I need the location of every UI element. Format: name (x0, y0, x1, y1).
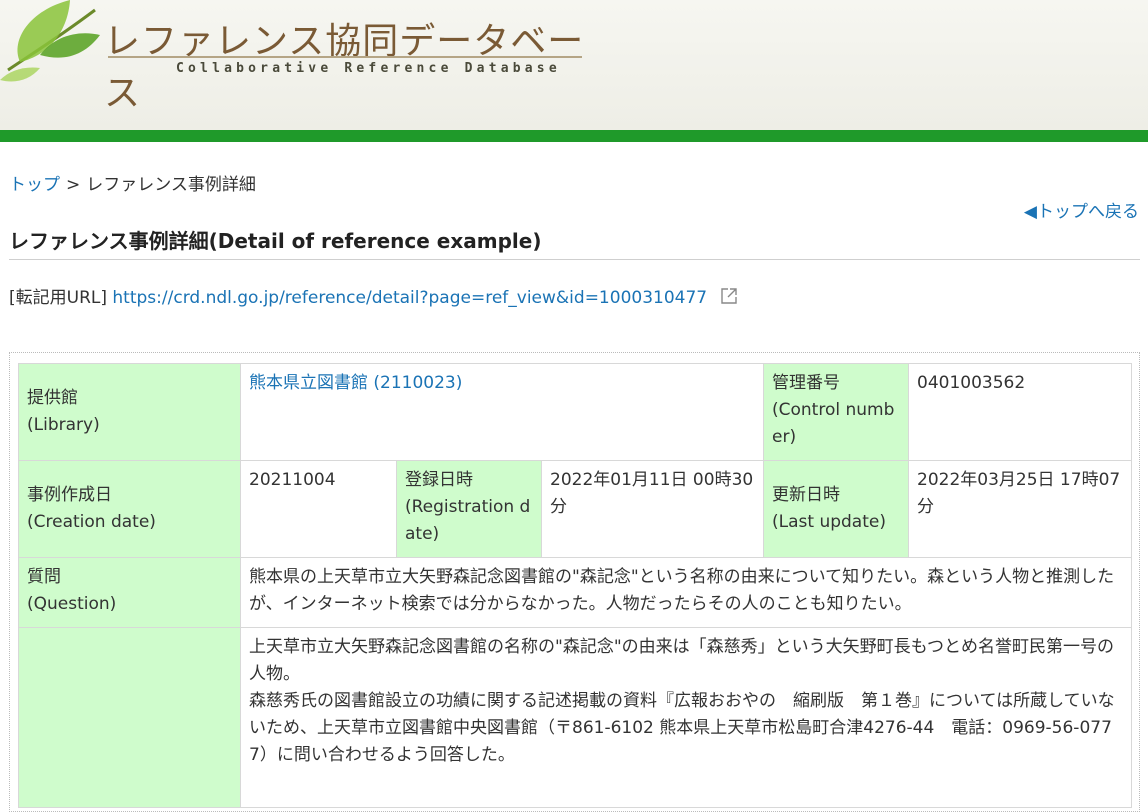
library-label-en: (Library) (27, 415, 100, 435)
control-number-label: 管理番号 (772, 373, 840, 393)
site-logo[interactable]: レファレンス協同データベース Collaborative Reference D… (0, 0, 600, 114)
permalink-url[interactable]: https://crd.ndl.go.jp/reference/detail?p… (112, 288, 707, 308)
breadcrumb-top-link[interactable]: トップ (9, 175, 60, 195)
control-number-label-cell: 管理番号 (Control number) (763, 363, 909, 461)
library-value-cell: 熊本県立図書館 (2110023) (240, 363, 764, 461)
last-update-label: 更新日時 (772, 485, 840, 505)
library-link[interactable]: 熊本県立図書館 (2110023) (249, 373, 462, 393)
creation-date-label: 事例作成日 (27, 485, 112, 505)
control-number-value: 0401003562 (908, 363, 1132, 461)
leaf-logo-icon (0, 0, 100, 82)
answer-text-line1: 上天草市立大矢野森記念図書館の名称の"森記念"の由来は「森慈秀」という大矢野町長… (249, 637, 1114, 684)
control-number-label-en: (Control number) (772, 400, 895, 447)
answer-label-cell (18, 627, 241, 808)
answer-text-line2: 森慈秀氏の図書館設立の功績に関する記述掲載の資料『広報おおやの 縮刷版 第１巻』… (249, 691, 1115, 765)
reference-detail-box: 提供館 (Library) 熊本県立図書館 (2110023) 管理番号 (Co… (9, 352, 1140, 812)
registration-date-value: 2022年01月11日 00時30分 (541, 460, 764, 558)
header-green-bar (0, 130, 1148, 142)
last-update-label-en: (Last update) (772, 512, 886, 532)
table-row: 上天草市立大矢野森記念図書館の名称の"森記念"の由来は「森慈秀」という大矢野町長… (18, 627, 1132, 808)
answer-value-cell: 上天草市立大矢野森記念図書館の名称の"森記念"の由来は「森慈秀」という大矢野町長… (240, 627, 1132, 808)
question-value: 熊本県の上天草市立大矢野森記念図書館の"森記念"という名称の由来について知りたい… (240, 557, 1132, 628)
registration-date-label-cell: 登録日時 (Registration date) (396, 460, 542, 558)
question-label-cell: 質問 (Question) (18, 557, 241, 628)
question-label: 質問 (27, 567, 61, 587)
logo-divider (108, 56, 582, 58)
permalink-row: [転記用URL] https://crd.ndl.go.jp/reference… (9, 283, 739, 311)
breadcrumb-separator: > (66, 175, 81, 195)
last-update-value: 2022年03月25日 17時07分 (908, 460, 1132, 558)
registration-date-label-en: (Registration date) (405, 497, 531, 544)
page-title: レファレンス事例詳細(Detail of reference example) (9, 229, 542, 253)
title-divider (9, 259, 1140, 260)
library-label: 提供館 (27, 388, 78, 408)
site-header: レファレンス協同データベース Collaborative Reference D… (0, 0, 1148, 130)
table-row: 事例作成日 (Creation date) 20211004 登録日時 (Reg… (18, 460, 1132, 558)
creation-date-label-en: (Creation date) (27, 512, 156, 532)
permalink-label: [転記用URL] (9, 288, 107, 308)
breadcrumb-current: レファレンス事例詳細 (86, 175, 256, 195)
creation-date-value: 20211004 (240, 460, 397, 558)
library-label-cell: 提供館 (Library) (18, 363, 241, 461)
logo-subtitle: Collaborative Reference Database (176, 61, 561, 76)
question-label-en: (Question) (27, 594, 117, 614)
back-to-top-link[interactable]: ◀トップへ戻る (1024, 197, 1139, 222)
reference-detail-table: 提供館 (Library) 熊本県立図書館 (2110023) 管理番号 (Co… (18, 363, 1132, 808)
registration-date-label: 登録日時 (405, 470, 473, 490)
table-row: 提供館 (Library) 熊本県立図書館 (2110023) 管理番号 (Co… (18, 363, 1132, 461)
creation-date-label-cell: 事例作成日 (Creation date) (18, 460, 241, 558)
breadcrumb: トップ > レファレンス事例詳細 (9, 170, 256, 195)
external-link-icon[interactable] (719, 286, 739, 311)
table-row: 質問 (Question) 熊本県の上天草市立大矢野森記念図書館の"森記念"とい… (18, 557, 1132, 628)
last-update-label-cell: 更新日時 (Last update) (763, 460, 909, 558)
